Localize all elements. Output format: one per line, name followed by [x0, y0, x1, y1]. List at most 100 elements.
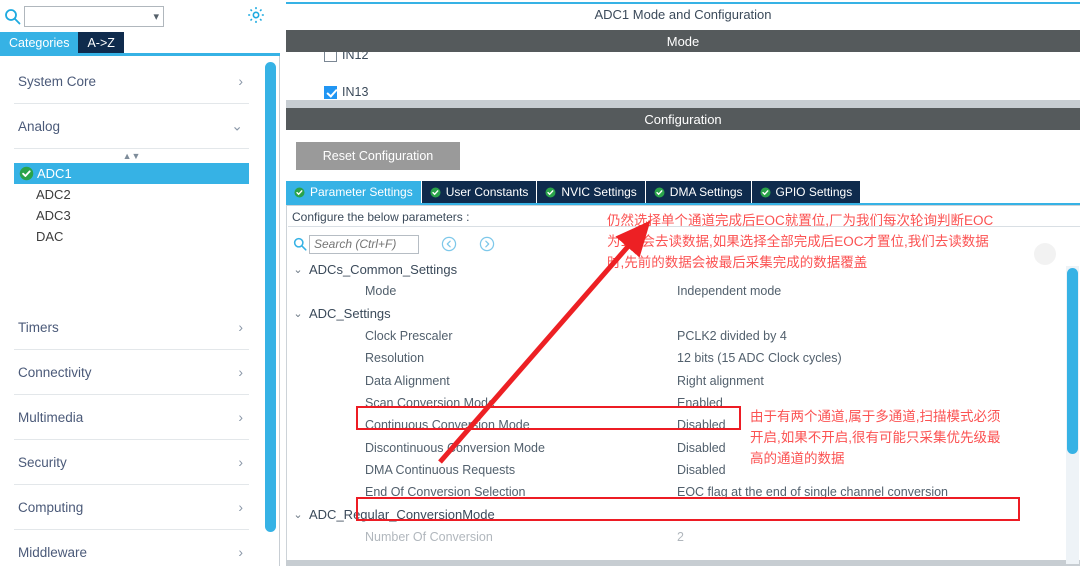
sidebar-scrollbar-thumb[interactable] [265, 62, 276, 532]
chevron-down-icon: ⌄ [231, 117, 243, 134]
channel-checkbox-in13[interactable]: IN13 [324, 85, 368, 99]
sidebar-item-computing[interactable]: Computing › [14, 485, 249, 530]
param-value[interactable]: Disabled [677, 441, 726, 455]
tab-status-icon [654, 186, 665, 198]
table-row[interactable]: DMA Continuous Requests Disabled [287, 459, 1079, 481]
sidebar-item-analog[interactable]: Analog ⌄ [14, 104, 249, 149]
sidebar-item-dac[interactable]: DAC [14, 226, 249, 247]
param-value[interactable]: PCLK2 divided by 4 [677, 329, 787, 343]
sidebar-item-security-label: Security [18, 454, 67, 470]
table-row-end-of-conversion-selection[interactable]: End Of Conversion Selection EOC flag at … [287, 481, 1079, 503]
sidebar-item-system-core-label: System Core [18, 73, 97, 89]
checkbox-checked-icon[interactable] [324, 85, 337, 99]
tab-parameter-settings[interactable]: Parameter Settings [286, 181, 422, 203]
param-value[interactable]: Enabled [677, 396, 723, 410]
sidebar-item-middleware[interactable]: Middleware › [14, 530, 249, 562]
configuration-panel: ADC1 Mode and Configuration Mode IN12 IN… [286, 0, 1080, 566]
param-group-adc-regular-conversionmode[interactable]: ⌄ ADC_Regular_ConversionMode [287, 503, 1079, 525]
chevron-down-icon[interactable]: ⌄ [287, 508, 309, 521]
chevron-right-icon: › [238, 544, 243, 560]
sidebar-tab-categories[interactable]: Categories [0, 32, 79, 53]
sidebar-item-adc1-label: ADC1 [37, 166, 72, 181]
param-name: Continuous Conversion Mode [365, 418, 530, 433]
tab-status-icon [430, 186, 441, 198]
sidebar-item-computing-label: Computing [18, 499, 84, 515]
checkbox-icon[interactable] [324, 52, 337, 62]
gear-icon[interactable] [246, 5, 266, 25]
sidebar-search-row: ▾ [0, 0, 280, 32]
chevron-right-icon: › [238, 364, 243, 380]
channel-checkbox-in12[interactable]: IN12 [324, 52, 368, 62]
chevron-down-icon[interactable]: ⌄ [287, 263, 309, 276]
cubemx-window: ▾ Categories A->Z System Core › Analog ⌄… [0, 0, 1080, 566]
table-row[interactable]: Continuous Conversion Mode Disabled [287, 414, 1079, 436]
param-group-adcs-common-settings[interactable]: ⌄ ADCs_Common_Settings [287, 258, 1079, 280]
param-value[interactable]: Disabled [677, 463, 726, 477]
table-row[interactable]: Clock Prescaler PCLK2 divided by 4 [287, 325, 1079, 347]
tab-user-constants[interactable]: User Constants [421, 181, 538, 203]
sidebar-item-analog-label: Analog [18, 118, 61, 134]
sidebar-item-security[interactable]: Security › [14, 440, 249, 485]
configure-hint: Configure the below parameters : [288, 207, 1080, 227]
sidebar-item-timers[interactable]: Timers › [14, 305, 249, 350]
param-group-label: ADC_Regular_ConversionMode [309, 506, 495, 522]
param-name: Resolution [365, 351, 425, 366]
tab-dma-settings[interactable]: DMA Settings [645, 181, 752, 203]
sidebar-item-adc3[interactable]: ADC3 [14, 205, 249, 226]
scroll-up-down-handle[interactable]: ▲▼ [0, 149, 263, 163]
chevron-down-icon[interactable]: ▾ [153, 10, 159, 24]
table-row-scan-conversion-mode[interactable]: Scan Conversion Mode Enabled [287, 392, 1079, 414]
sidebar-item-adc3-label: ADC3 [36, 208, 71, 223]
sidebar-tab-strip: Categories A->Z [0, 32, 280, 56]
sidebar-item-system-core[interactable]: System Core › [14, 59, 249, 104]
sidebar-search-input[interactable] [25, 6, 148, 26]
reset-configuration-button[interactable]: Reset Configuration [296, 142, 460, 170]
reset-configuration-label: Reset Configuration [322, 149, 434, 163]
configuration-section-header: Configuration [286, 108, 1080, 130]
sidebar-tab-a-to-z-label: A->Z [87, 35, 115, 50]
chevron-down-icon[interactable]: ⌄ [287, 307, 309, 320]
tab-user-constants-label: User Constants [445, 185, 529, 199]
sidebar-item-multimedia[interactable]: Multimedia › [14, 395, 249, 440]
sidebar-tab-a-to-z[interactable]: A->Z [78, 32, 124, 53]
param-name: Mode [365, 284, 397, 299]
sidebar-item-adc1[interactable]: ADC1 [14, 163, 249, 184]
table-row[interactable]: Data Alignment Right alignment [287, 369, 1079, 391]
parameter-scrollbar-thumb[interactable] [1067, 268, 1078, 454]
sidebar-item-adc2[interactable]: ADC2 [14, 184, 249, 205]
table-row[interactable]: Discontinuous Conversion Mode Disabled [287, 436, 1079, 458]
chevron-right-icon: › [238, 319, 243, 335]
parameter-search-input[interactable] [309, 234, 419, 254]
overlay-round-button[interactable] [1034, 243, 1056, 265]
param-value[interactable]: Disabled [677, 418, 726, 432]
tab-nvic-settings[interactable]: NVIC Settings [537, 181, 646, 203]
sidebar-item-connectivity[interactable]: Connectivity › [14, 350, 249, 395]
param-value[interactable]: Independent mode [677, 284, 781, 298]
sidebar-item-middleware-label: Middleware [18, 544, 88, 560]
param-group-adc-settings[interactable]: ⌄ ADC_Settings [287, 303, 1079, 325]
channel-in12-label: IN12 [342, 52, 369, 62]
param-value[interactable]: 12 bits (15 ADC Clock cycles) [677, 351, 842, 365]
sidebar-search-combo[interactable]: ▾ [24, 5, 164, 27]
tab-gpio-settings[interactable]: GPIO Settings [751, 181, 862, 203]
param-value[interactable]: EOC flag at the end of single channel co… [677, 485, 948, 499]
param-name: Scan Conversion Mode [365, 395, 495, 410]
mode-channel-list[interactable]: IN12 IN13 [286, 52, 1080, 104]
sidebar-item-multimedia-label: Multimedia [18, 409, 84, 425]
tab-parameter-settings-label: Parameter Settings [310, 185, 413, 199]
section-divider [286, 100, 1080, 108]
param-value[interactable]: Right alignment [677, 374, 764, 388]
param-value[interactable]: 2 [677, 530, 684, 544]
parameter-table[interactable]: ⌄ ADCs_Common_Settings Mode Independent … [287, 258, 1079, 548]
table-row[interactable]: Number Of Conversion 2 [287, 526, 1079, 548]
param-group-label: ADCs_Common_Settings [309, 261, 458, 277]
mode-section-header: Mode [286, 30, 1080, 52]
category-list[interactable]: System Core › Analog ⌄ ▲▼ ADC1 ADC2 ADC3… [0, 59, 263, 562]
param-name: End Of Conversion Selection [365, 485, 526, 500]
chevron-right-circle-icon[interactable] [479, 236, 495, 252]
tab-status-icon [759, 186, 771, 198]
table-row[interactable]: Mode Independent mode [287, 280, 1079, 302]
table-row[interactable]: Resolution 12 bits (15 ADC Clock cycles) [287, 347, 1079, 369]
tab-status-icon [294, 186, 305, 198]
chevron-left-circle-icon[interactable] [441, 236, 457, 252]
